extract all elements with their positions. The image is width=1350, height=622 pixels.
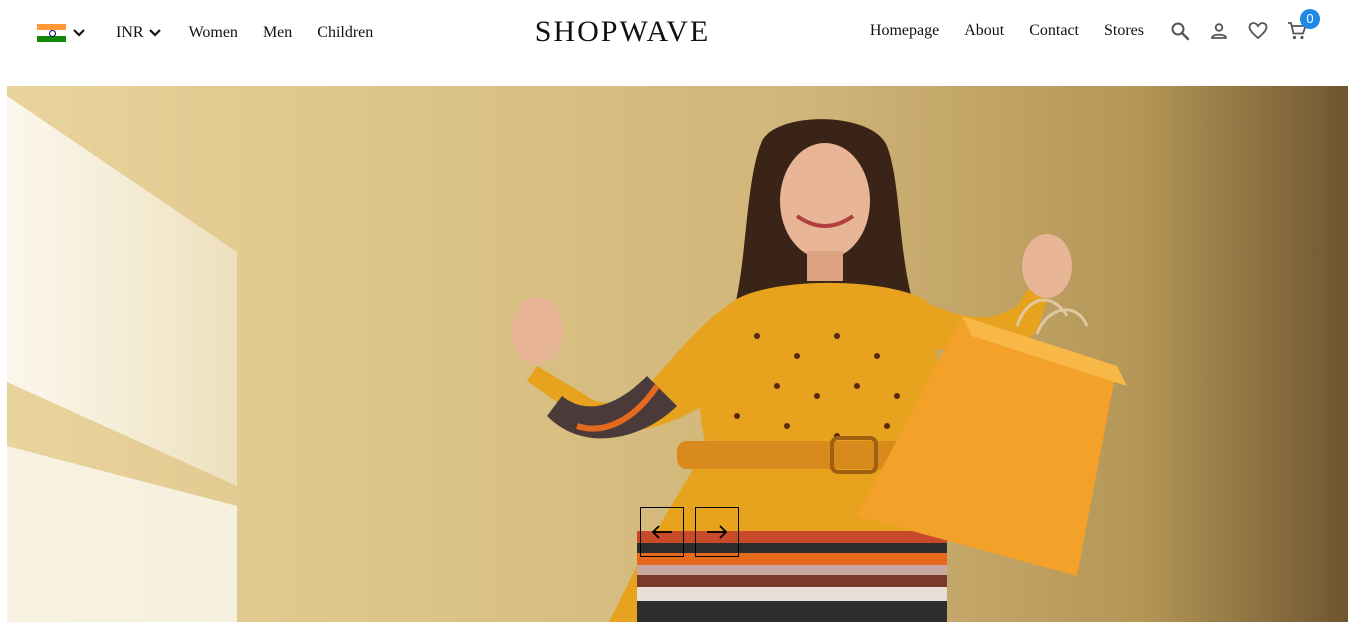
hero-banner bbox=[7, 86, 1348, 622]
nav-about[interactable]: About bbox=[964, 22, 1004, 40]
arrow-left-icon bbox=[651, 525, 672, 539]
navbar: INR Women Men Children SHOPWAVE Homepage… bbox=[0, 0, 1350, 66]
main-nav: Homepage About Contact Stores bbox=[870, 22, 1144, 40]
hero-image-woman-with-shopping-bag bbox=[511, 119, 1127, 622]
user-icon[interactable] bbox=[1209, 21, 1229, 41]
cart-count-badge: 0 bbox=[1300, 9, 1320, 29]
arrow-right-icon bbox=[707, 525, 728, 539]
cart-icon[interactable]: 0 bbox=[1287, 9, 1320, 41]
carousel-prev-button[interactable] bbox=[640, 507, 684, 557]
search-icon[interactable] bbox=[1170, 21, 1190, 41]
nav-contact[interactable]: Contact bbox=[1029, 22, 1079, 40]
header-icons: 0 bbox=[1170, 9, 1320, 41]
nav-stores[interactable]: Stores bbox=[1104, 22, 1144, 40]
carousel-next-button[interactable] bbox=[695, 507, 739, 557]
heart-icon[interactable] bbox=[1248, 21, 1268, 41]
nav-homepage[interactable]: Homepage bbox=[870, 22, 939, 40]
